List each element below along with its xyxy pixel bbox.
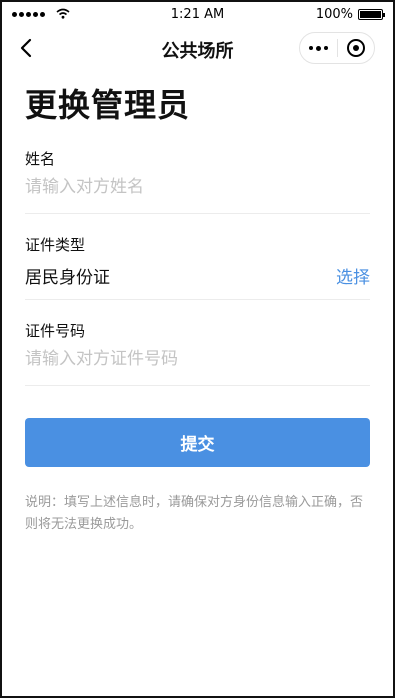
phone-frame: 1:21 AM 100% 公共场所 更换管理员 姓名 证件类型 [0,0,395,698]
id-type-value: 居民身份证 [25,268,110,288]
battery-icon [358,9,385,20]
id-number-label: 证件号码 [25,322,86,340]
submit-button[interactable]: 提交 [25,418,370,467]
name-label: 姓名 [25,150,56,168]
mini-program-capsule [299,32,375,64]
name-field: 姓名 [25,148,370,203]
id-type-field: 证件类型 居民身份证 选择 [25,234,370,289]
target-circle-icon[interactable] [338,33,374,63]
nav-bar: 公共场所 [4,28,391,68]
divider [25,299,370,300]
name-input[interactable] [25,177,370,197]
note-text: 说明：填写上述信息时，请确保对方身份信息输入正确，否则将无法更换成功。 [25,495,364,532]
id-number-input[interactable] [25,349,370,369]
divider [25,385,370,386]
divider [25,213,370,214]
page-title: 更换管理员 [25,86,191,124]
more-dots-icon[interactable] [300,33,337,63]
id-type-select-link[interactable]: 选择 [336,263,370,288]
id-type-label: 证件类型 [25,236,86,254]
id-number-field: 证件号码 [25,320,370,375]
status-bar: 1:21 AM 100% [4,4,391,26]
battery-percent: 100% [315,7,353,22]
